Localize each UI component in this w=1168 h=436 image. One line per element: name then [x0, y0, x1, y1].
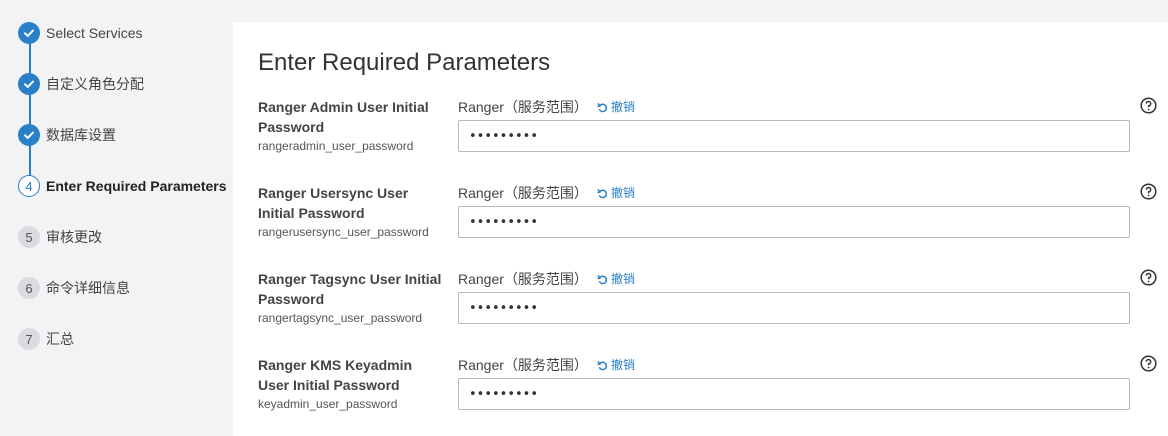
- undo-button[interactable]: 撤销: [597, 183, 635, 203]
- wizard-step-role-assignment[interactable]: 自定义角色分配: [18, 72, 144, 96]
- param-name: Ranger KMS Keyadmin User Initial Passwor…: [258, 357, 413, 393]
- param-scope: Ranger（服务范围）: [458, 185, 588, 201]
- question-circle-icon[interactable]: [1140, 269, 1157, 286]
- undo-arrow-icon: [597, 274, 608, 284]
- password-field[interactable]: [458, 378, 1130, 410]
- undo-arrow-icon: [597, 102, 608, 112]
- question-circle-icon[interactable]: [1140, 97, 1157, 114]
- param-row: Ranger KMS Keyadmin User Initial Passwor…: [258, 355, 1163, 435]
- param-scope: Ranger（服务范围）: [458, 99, 588, 115]
- param-name: Ranger Usersync User Initial Password: [258, 185, 409, 221]
- wizard-step-label: Select Services: [46, 25, 143, 41]
- undo-arrow-icon: [597, 360, 608, 370]
- param-row: Ranger Tagsync User Initial Password ran…: [258, 269, 1163, 349]
- param-name: Ranger Tagsync User Initial Password: [258, 271, 442, 307]
- wizard-step-select-services[interactable]: Select Services: [18, 21, 142, 45]
- undo-label: 撤销: [611, 358, 636, 372]
- wizard-step-review-changes: 5 审核更改: [18, 225, 102, 249]
- param-key: keyadmin_user_password: [258, 397, 398, 411]
- step-number-badge: 7: [18, 328, 40, 350]
- wizard-step-database-setup[interactable]: 数据库设置: [18, 123, 116, 147]
- wizard-step-label: Enter Required Parameters: [46, 178, 227, 194]
- password-field[interactable]: [458, 206, 1130, 238]
- wizard-step-label: 数据库设置: [46, 127, 116, 143]
- param-name: Ranger Admin User Initial Password: [258, 99, 429, 135]
- undo-button[interactable]: 撤销: [597, 269, 635, 289]
- wizard-step-enter-required-parameters: 4 Enter Required Parameters: [18, 174, 227, 198]
- param-key: rangertagsync_user_password: [258, 311, 423, 325]
- undo-label: 撤销: [611, 272, 636, 286]
- undo-label: 撤销: [611, 100, 636, 114]
- wizard-step-label: 汇总: [46, 331, 74, 347]
- check-icon: [18, 73, 40, 95]
- main-panel: Enter Required Parameters Ranger Admin U…: [233, 22, 1168, 436]
- progress-line: [29, 33, 31, 186]
- check-icon: [18, 22, 40, 44]
- password-field[interactable]: [458, 120, 1130, 152]
- wizard-step-summary: 7 汇总: [18, 327, 74, 351]
- undo-arrow-icon: [597, 188, 608, 198]
- check-icon: [18, 124, 40, 146]
- wizard-step-command-details: 6 命令详细信息: [18, 276, 130, 300]
- question-circle-icon[interactable]: [1140, 355, 1157, 372]
- wizard-step-label: 自定义角色分配: [46, 76, 144, 92]
- undo-button[interactable]: 撤销: [597, 355, 635, 375]
- step-number-badge: 5: [18, 226, 40, 248]
- undo-label: 撤销: [611, 186, 636, 200]
- param-scope: Ranger（服务范围）: [458, 357, 588, 373]
- wizard-step-label: 审核更改: [46, 229, 102, 245]
- wizard-step-label: 命令详细信息: [46, 280, 130, 296]
- wizard-sidebar: Select Services 自定义角色分配 数据库设置 4 Enter Re…: [0, 0, 233, 436]
- param-row: Ranger Usersync User Initial Password ra…: [258, 183, 1163, 263]
- param-row: Ranger Admin User Initial Password range…: [258, 97, 1163, 177]
- password-field[interactable]: [458, 292, 1130, 324]
- param-key: rangerusersync_user_password: [258, 225, 429, 239]
- undo-button[interactable]: 撤销: [597, 97, 635, 117]
- step-number-badge: 6: [18, 277, 40, 299]
- page-title: Enter Required Parameters: [258, 49, 551, 76]
- param-scope: Ranger（服务范围）: [458, 271, 588, 287]
- step-number-badge: 4: [18, 175, 40, 197]
- param-key: rangeradmin_user_password: [258, 139, 414, 153]
- question-circle-icon[interactable]: [1140, 183, 1157, 200]
